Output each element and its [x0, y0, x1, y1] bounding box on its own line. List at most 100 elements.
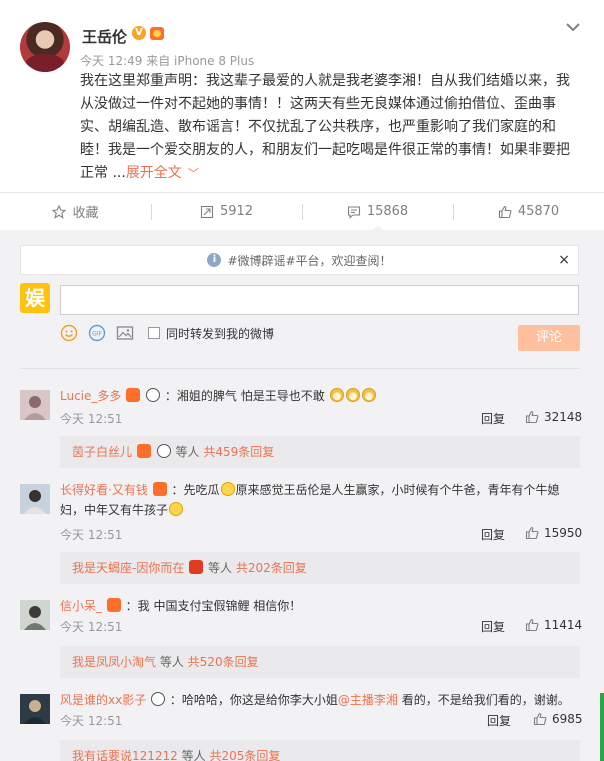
member-badge-icon [106, 598, 121, 612]
sub-replies-summary[interactable]: 我是凤凤小淘气 等人 共520条回复 [60, 646, 580, 678]
reply-button[interactable]: 回复 [481, 410, 505, 427]
sub-reply-count[interactable]: 共459条回复 [203, 445, 274, 459]
comment-text: ：我 中国支付宝假锦鲤 相信你！ [125, 599, 302, 613]
comment-like-count: 15950 [544, 526, 583, 540]
image-icon[interactable] [116, 324, 134, 342]
comment-time: 今天 12:51 [60, 620, 123, 634]
comment-body: Lucie_多多 ：湘姐的脾气 怕是王导也不敢 [60, 386, 580, 406]
close-icon[interactable]: × [558, 252, 570, 268]
repost-checkbox-label[interactable]: 同时转发到我的微博 [166, 325, 274, 342]
sub-reply-mid: 等人 [159, 655, 188, 669]
reply-button[interactable]: 回复 [481, 526, 505, 543]
comment-section: i #微博辟谣#平台，欢迎查阅！ × 娱 GIF 同时转发到我的微博 评论 Lu… [0, 230, 604, 761]
thumbs-up-icon [533, 712, 547, 726]
comment-body: 信小呆_ ：我 中国支付宝假锦鲤 相信你！ [60, 596, 580, 616]
comment-text: ：哈哈哈，你这是给你李大小姐 [169, 693, 338, 707]
emoji-icon[interactable] [60, 324, 78, 342]
commenter-avatar[interactable] [20, 484, 50, 514]
yu-logo-icon: 娱 [20, 283, 50, 313]
sub-reply-count[interactable]: 共520条回复 [188, 655, 259, 669]
repost-button[interactable]: 5912 [151, 193, 302, 230]
comment-like-button[interactable]: 11414 [525, 618, 582, 632]
star-icon [52, 204, 67, 219]
favorite-label: 收藏 [72, 206, 99, 221]
comment-text: ：湘姐的脾气 怕是王导也不敢 [164, 389, 325, 403]
sub-reply-user[interactable]: 我有话要说121212 [72, 749, 178, 761]
scrollbar[interactable] [600, 693, 604, 761]
sub-reply-user[interactable]: 我是天蝎座-因你而在 [72, 561, 184, 575]
gif-icon[interactable]: GIF [88, 324, 106, 342]
thumbs-up-icon [525, 618, 539, 632]
expand-full-text-link[interactable]: 展开全文 [126, 165, 182, 181]
commenter-avatar[interactable] [20, 600, 50, 630]
laugh-emoji-icon [220, 482, 235, 496]
comment-body: 长得好看·又有钱 ：先吃瓜 原来感觉王岳伦是人生赢家，小时候有个牛爸，青年有个牛媳… [60, 480, 580, 520]
comment-like-button[interactable]: 32148 [525, 410, 582, 424]
sub-replies-summary[interactable]: 茵子白丝儿 等人 共459条回复 [60, 436, 580, 468]
member-badge-icon [150, 27, 164, 40]
post-action-bar: 收藏 5912 15868 45870 [0, 192, 604, 231]
repost-icon [200, 205, 214, 218]
member-badge-icon [126, 388, 141, 402]
comment-time: 今天 12:51 [60, 528, 123, 542]
favorite-button[interactable]: 收藏 [0, 193, 151, 230]
chevron-down-icon[interactable] [564, 18, 582, 36]
commenter-name[interactable]: Lucie_多多 [60, 389, 121, 403]
cat-emoji-icon [361, 388, 376, 402]
commenter-avatar[interactable] [20, 390, 50, 420]
comment-time: 今天 12:51 [60, 714, 123, 728]
sub-replies-summary[interactable]: 我有话要说121212 等人 共205条回复 [60, 740, 580, 761]
member-badge-icon [152, 482, 167, 496]
post-card: 王岳伦 V 今天 12:49 来自 iPhone 8 Plus 我在这里郑重声明… [0, 0, 604, 192]
cat-emoji-icon [329, 388, 344, 402]
laugh-emoji-icon [169, 502, 184, 516]
fries-emoji-icon [136, 444, 151, 458]
sub-reply-mid: 等人 [181, 749, 210, 761]
chevron-down-icon[interactable]: ﹀ [188, 167, 199, 180]
comment-time: 今天 12:51 [60, 412, 123, 426]
panda-emoji-icon [146, 388, 161, 402]
rumor-notice-bar[interactable]: i #微博辟谣#平台，欢迎查阅！ × [20, 245, 579, 275]
commenter-name[interactable]: 信小呆_ [60, 599, 102, 613]
commenter-avatar[interactable] [20, 694, 50, 724]
comment-like-count: 32148 [544, 410, 583, 424]
star-badge-icon [189, 560, 204, 574]
comment-like-count: 11414 [544, 618, 583, 632]
reply-button[interactable]: 回复 [481, 618, 505, 635]
panda-emoji-icon [151, 692, 166, 706]
reply-button[interactable]: 回复 [487, 712, 511, 729]
thumbs-up-icon [525, 410, 539, 424]
comment-count: 15868 [366, 204, 409, 219]
sub-reply-count[interactable]: 共205条回复 [209, 749, 280, 761]
like-count: 45870 [517, 204, 560, 219]
mention-link[interactable]: @主播李湘 [338, 693, 398, 707]
cat-emoji-icon [345, 388, 360, 402]
sub-reply-mid: 等人 [208, 561, 236, 575]
submit-comment-button[interactable]: 评论 [518, 325, 580, 351]
comment-icon [347, 205, 360, 219]
comment-like-count: 6985 [552, 712, 583, 726]
sub-reply-user[interactable]: 我是凤凤小淘气 [72, 655, 156, 669]
comment-input[interactable] [60, 285, 579, 315]
sub-replies-summary[interactable]: 我是天蝎座-因你而在 等人 共202条回复 [60, 552, 580, 584]
sub-reply-count[interactable]: 共202条回复 [236, 561, 307, 575]
repost-count: 5912 [219, 204, 254, 219]
commenter-name[interactable]: 长得好看·又有钱 [60, 483, 148, 497]
post-author-name[interactable]: 王岳伦 [82, 26, 127, 47]
notice-text[interactable]: #微博辟谣#平台，欢迎查阅！ [227, 252, 391, 269]
sub-reply-mid: 等人 [175, 445, 204, 459]
commenter-name[interactable]: 风是谁的xx影子 [60, 693, 146, 707]
comment-button[interactable]: 15868 [302, 193, 453, 231]
divider [20, 368, 580, 369]
comment-like-button[interactable]: 15950 [525, 526, 582, 540]
comment-body: 风是谁的xx影子 ：哈哈哈，你这是给你李大小姐@主播李湘 看的，不是给我们看的，… [60, 690, 580, 710]
comment-like-button[interactable]: 6985 [533, 712, 583, 726]
post-text: 我在这里郑重声明：我这辈子最爱的人就是我老婆李湘！自从我们结婚以来，我从没做过一… [80, 70, 580, 185]
panda-emoji-icon [156, 444, 171, 458]
post-meta: 今天 12:49 来自 iPhone 8 Plus [80, 54, 255, 68]
post-author-avatar[interactable] [20, 22, 70, 72]
repost-checkbox[interactable] [148, 327, 160, 339]
sub-reply-user[interactable]: 茵子白丝儿 [72, 445, 132, 459]
like-button[interactable]: 45870 [453, 193, 604, 230]
thumbs-up-icon [498, 205, 512, 218]
